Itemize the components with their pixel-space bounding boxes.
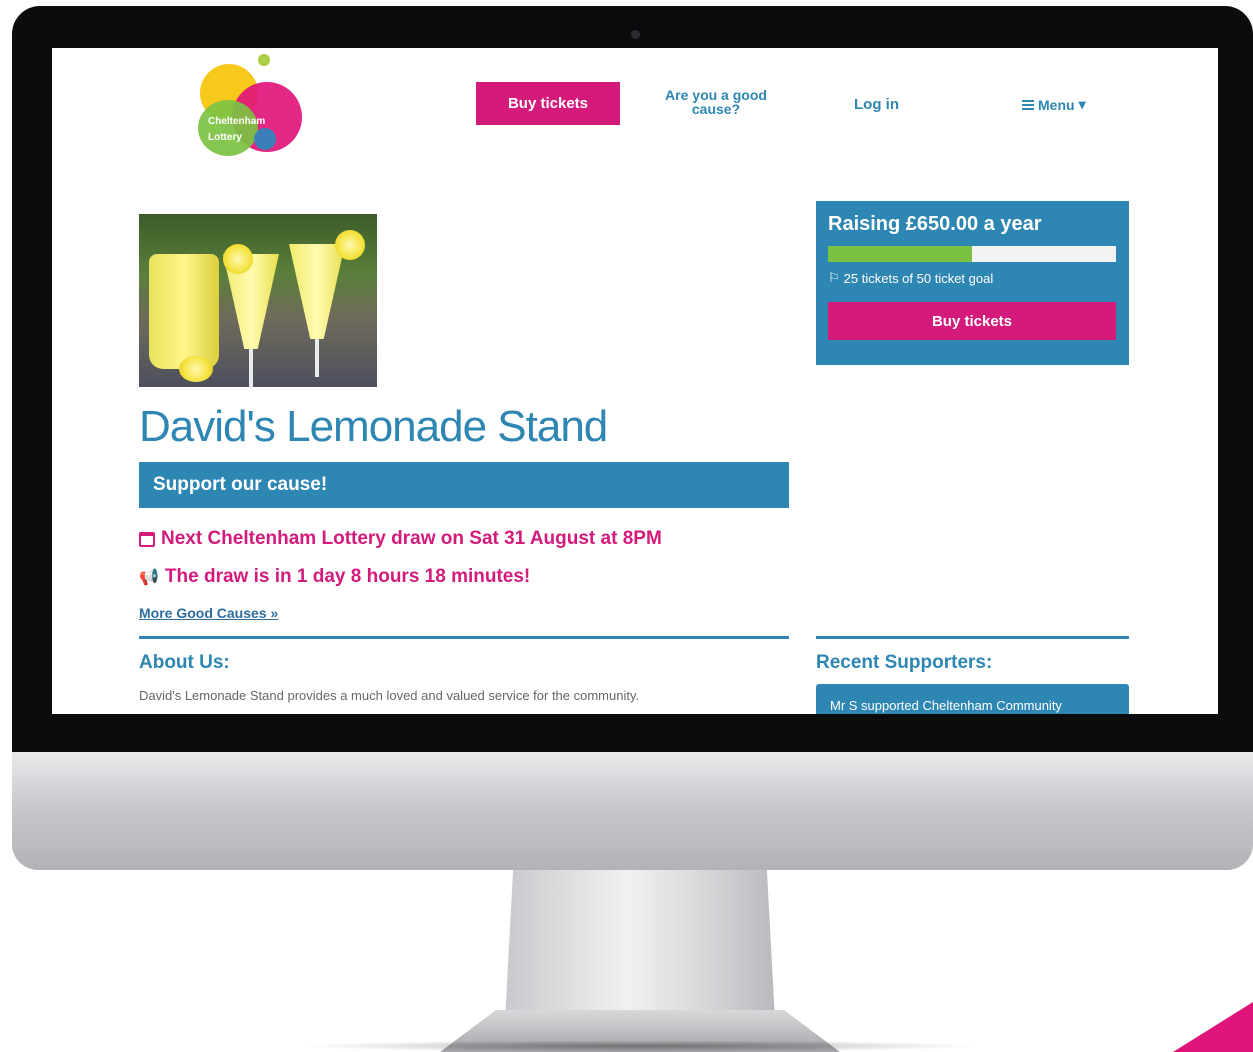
screen: Cheltenham Lottery Buy tickets Are you a…: [52, 48, 1218, 714]
supporter-item: Mr S supported Cheltenham Community: [816, 684, 1129, 714]
logo-text-line2: Lottery: [208, 132, 242, 143]
support-label: Support our cause!: [153, 474, 328, 495]
sidebar-buy-tickets-button[interactable]: Buy tickets: [828, 302, 1116, 340]
glass-shape: [289, 244, 345, 339]
camera-dot: [631, 30, 640, 39]
menu-label: Menu: [1038, 96, 1075, 113]
pitcher-shape: [149, 254, 219, 369]
lemonade-photo: [139, 214, 377, 387]
ticket-goal: ⚐ 25 tickets of 50 ticket goal: [828, 270, 1117, 286]
about-text: David's Lemonade Stand provides a much l…: [139, 688, 640, 703]
divider: [139, 636, 789, 639]
corner-accent: [1173, 1002, 1253, 1052]
ticket-progress-bar: [828, 246, 1116, 262]
nav-menu-button[interactable]: Menu ▾: [1022, 96, 1086, 113]
support-our-cause-banner: Support our cause!: [139, 462, 789, 508]
more-good-causes-link[interactable]: More Good Causes »: [139, 605, 278, 621]
logo-circle-small: [258, 54, 270, 66]
lemon-slice: [335, 230, 365, 260]
lemon-slice: [179, 356, 213, 382]
nav-good-cause-link[interactable]: Are you a good cause?: [652, 88, 780, 116]
nav-login-link[interactable]: Log in: [854, 96, 899, 113]
cheltenham-lottery-logo[interactable]: Cheltenham Lottery: [192, 52, 312, 162]
glass-stem: [249, 349, 253, 387]
logo-text-line1: Cheltenham: [208, 116, 266, 127]
countdown-text: The draw is in 1 day 8 hours 18 minutes!: [164, 566, 531, 587]
hamburger-icon: [1022, 99, 1034, 110]
logo-circle-blue: [254, 128, 276, 150]
flag-icon: ⚐: [828, 270, 840, 285]
calendar-icon: [139, 531, 155, 547]
caret-down-icon: ▾: [1078, 96, 1086, 112]
glass-stem: [315, 339, 319, 377]
next-draw-info: Next Cheltenham Lottery draw on Sat 31 A…: [139, 528, 662, 550]
about-heading: About Us:: [139, 652, 230, 673]
page-title: David's Lemonade Stand: [139, 402, 608, 451]
goal-text: 25 tickets of 50 ticket goal: [843, 270, 994, 286]
progress-fill: [828, 246, 972, 262]
megaphone-icon: 📢: [139, 569, 159, 586]
divider: [816, 636, 1129, 639]
next-draw-text: Next Cheltenham Lottery draw on Sat 31 A…: [161, 528, 662, 549]
logo-circle-green: [198, 100, 258, 156]
monitor-stand: [505, 870, 775, 1020]
recent-supporters-heading: Recent Supporters:: [816, 652, 993, 673]
lemon-slice: [223, 244, 253, 274]
top-navigation: Cheltenham Lottery Buy tickets Are you a…: [52, 48, 1218, 168]
monitor-chin: [12, 752, 1253, 870]
countdown-info: 📢 The draw is in 1 day 8 hours 18 minute…: [139, 566, 530, 588]
raising-amount: Raising £650.00 a year: [828, 213, 1042, 235]
nav-buy-tickets-button[interactable]: Buy tickets: [476, 82, 620, 125]
floor-shadow: [300, 1040, 980, 1052]
raising-panel: Raising £650.00 a year ⚐ 25 tickets of 5…: [816, 201, 1129, 365]
